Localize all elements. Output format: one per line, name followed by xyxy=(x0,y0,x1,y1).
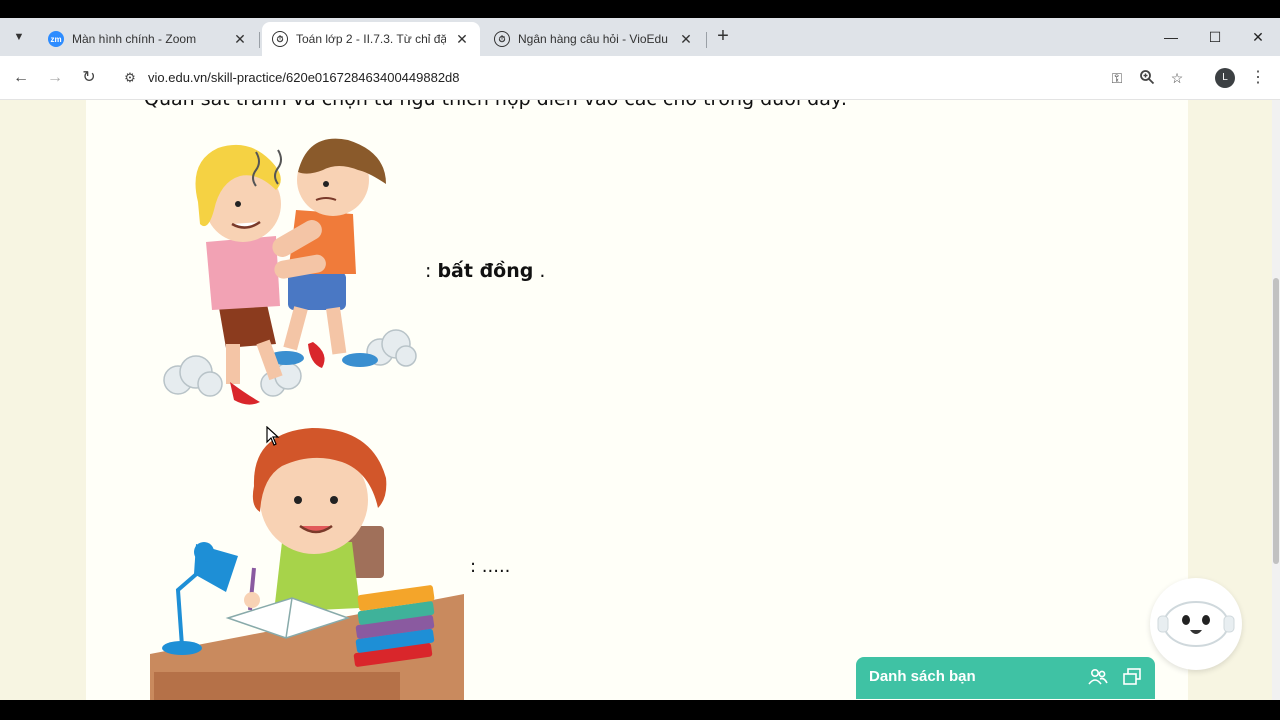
more-menu-icon[interactable]: ⋮ xyxy=(1250,66,1266,90)
profile-avatar[interactable]: L xyxy=(1215,68,1235,88)
tab-toan-lop-2[interactable]: ⏱ Toán lớp 2 - II.7.3. Từ chỉ đặc điểm ✕ xyxy=(262,22,480,56)
back-arrow-icon[interactable]: ← xyxy=(10,67,32,89)
close-tab-icon[interactable]: ✕ xyxy=(454,31,470,48)
tab-title: Ngân hàng câu hỏi - VioEdu xyxy=(518,32,668,46)
answer-suffix: . xyxy=(533,260,546,282)
web-page: Quan sát tranh và chọn từ ngữ thích hợp … xyxy=(0,100,1280,700)
maximize-icon[interactable]: ☐ xyxy=(1204,26,1226,48)
two-boys-fighting-illustration xyxy=(163,138,417,405)
page-left-margin xyxy=(0,100,86,700)
zoom-magnifier-icon[interactable] xyxy=(1138,69,1156,87)
bottom-black-bar xyxy=(0,700,1280,720)
tab-title: Toán lớp 2 - II.7.3. Từ chỉ đặc điểm xyxy=(296,32,446,46)
answer-line-2: : ..... xyxy=(470,556,511,577)
scrollbar-thumb[interactable] xyxy=(1273,278,1279,564)
browser-toolbar: ← → ↻ ⚙ vio.edu.vn/skill-practice/620e01… xyxy=(0,56,1280,100)
users-icon[interactable] xyxy=(1088,667,1108,687)
friends-list-label: Danh sách bạn xyxy=(869,668,976,685)
robot-mascot-icon xyxy=(1157,601,1235,647)
answer-filled-word: bất đồng xyxy=(437,260,534,282)
vioedu-icon: ⏱ xyxy=(494,31,510,47)
minimize-icon[interactable]: — xyxy=(1160,26,1182,48)
password-key-icon[interactable]: ⚿ xyxy=(1108,69,1126,87)
tab-search-chevron-icon[interactable]: ▼ xyxy=(8,26,30,48)
exercise-content: Quan sát tranh và chọn từ ngữ thích hợp … xyxy=(86,100,1188,700)
close-window-icon[interactable]: ✕ xyxy=(1247,26,1269,48)
popout-window-icon[interactable] xyxy=(1122,667,1142,687)
url-text[interactable]: vio.edu.vn/skill-practice/620e0167284634… xyxy=(148,70,460,85)
tab-title: Màn hình chính - Zoom xyxy=(72,32,197,46)
tab-strip: ▼ zm Màn hình chính - Zoom ✕ ⏱ Toán lớp … xyxy=(0,18,1280,56)
tab-divider xyxy=(259,32,260,48)
question-text: Quan sát tranh và chọn từ ngữ thích hợp … xyxy=(144,100,847,110)
tab-zoom[interactable]: zm Màn hình chính - Zoom ✕ xyxy=(38,22,258,56)
reload-icon[interactable]: ↻ xyxy=(78,67,100,89)
tab-divider xyxy=(706,32,707,48)
tab-ngan-hang-cau-hoi[interactable]: ⏱ Ngân hàng câu hỏi - VioEdu ✕ xyxy=(484,22,704,56)
boy-studying-at-desk-illustration xyxy=(150,428,464,700)
top-black-bar xyxy=(0,0,1280,18)
close-tab-icon[interactable]: ✕ xyxy=(232,31,248,48)
mascot-robot-button[interactable] xyxy=(1150,578,1242,670)
answer-prefix: : xyxy=(425,260,438,282)
vioedu-icon: ⏱ xyxy=(272,31,288,47)
answer-line-1: : bất đồng . xyxy=(425,260,545,282)
address-bar[interactable]: ⚙ vio.edu.vn/skill-practice/620e01672846… xyxy=(112,62,1202,94)
zoom-icon: zm xyxy=(48,31,64,47)
new-tab-button[interactable]: + xyxy=(712,26,734,48)
close-tab-icon[interactable]: ✕ xyxy=(678,31,694,48)
site-settings-icon[interactable]: ⚙ xyxy=(122,70,138,86)
friends-list-panel[interactable]: Danh sách bạn xyxy=(856,657,1155,699)
bookmark-star-icon[interactable]: ☆ xyxy=(1168,69,1186,87)
forward-arrow-icon[interactable]: → xyxy=(44,67,66,89)
mouse-cursor-icon xyxy=(266,426,280,446)
